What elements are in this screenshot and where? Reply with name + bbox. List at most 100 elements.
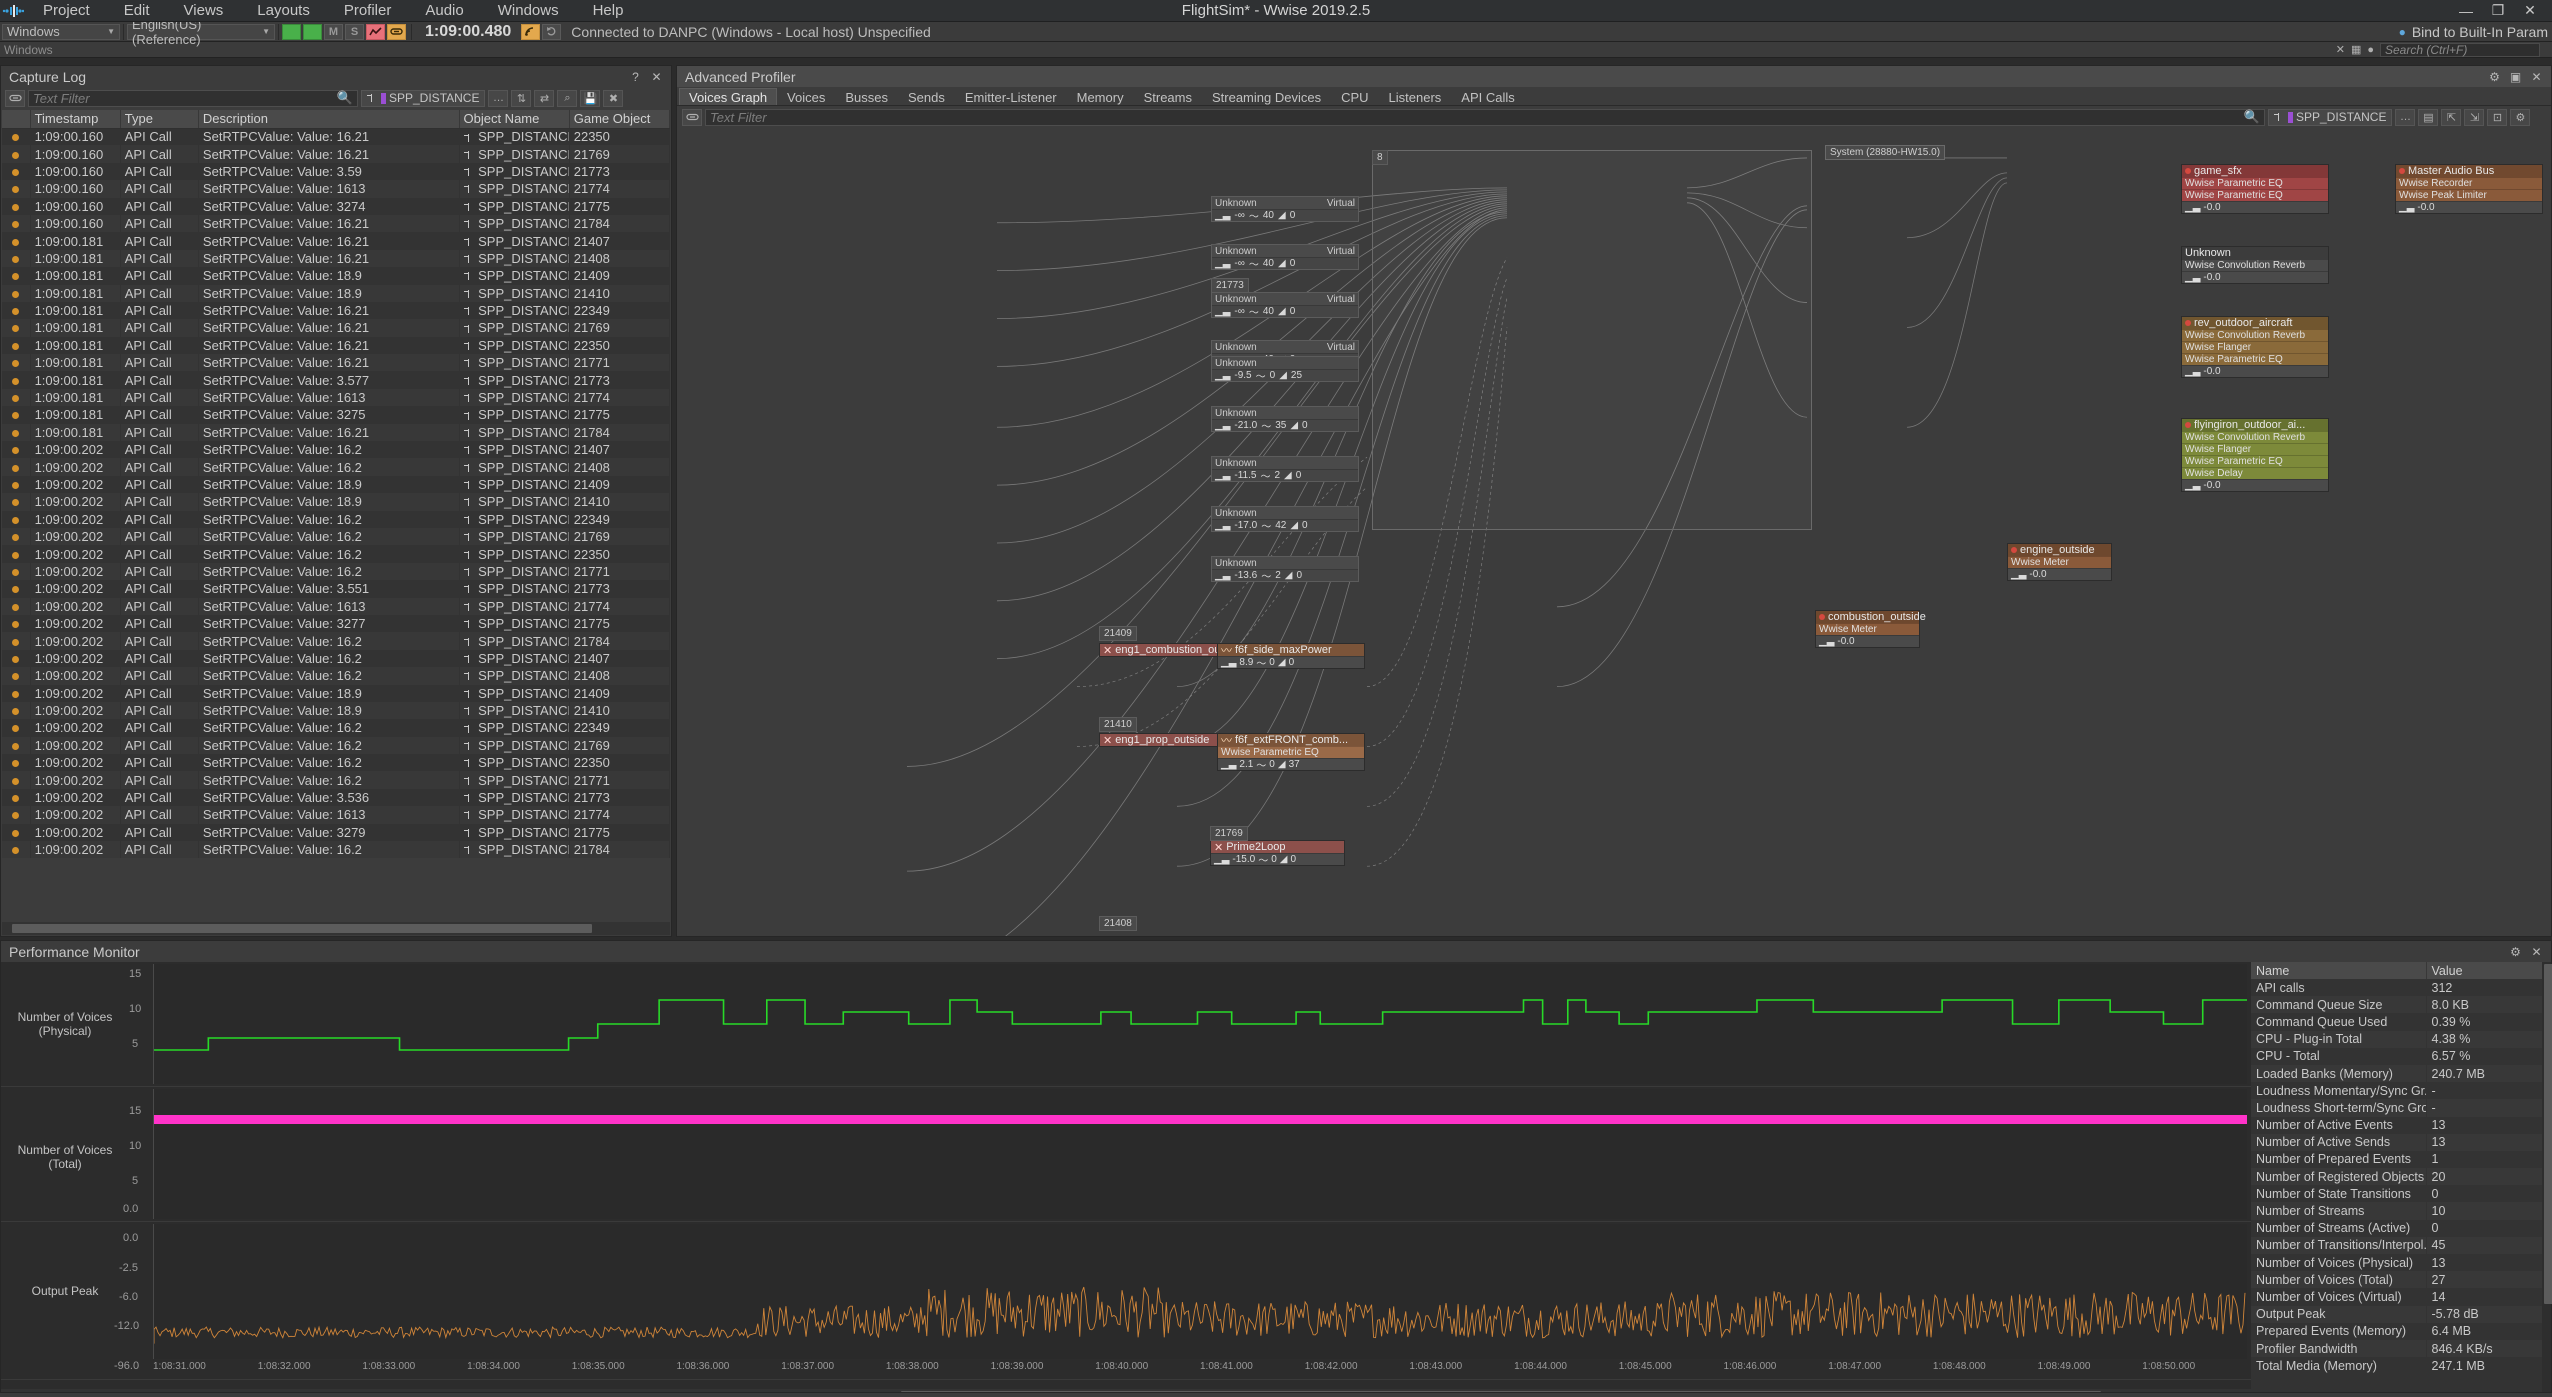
table-row[interactable]: 1:09:00.181 API Call SetRTPCValue: Value: …: [2, 354, 670, 372]
menu-item-views[interactable]: Views: [167, 0, 241, 22]
solo-button[interactable]: S: [345, 23, 364, 40]
table-row[interactable]: 1:09:00.202 API Call SetRTPCValue: Value: …: [2, 771, 670, 789]
bus-effect[interactable]: Wwise Parametric EQ: [2182, 177, 2328, 189]
bar2-user-icon[interactable]: ●: [2367, 44, 2374, 56]
performance-metrics-vscrollbar[interactable]: [2542, 962, 2552, 1397]
table-row[interactable]: Number of Transitions/Interpol... 45: [2251, 1236, 2551, 1254]
tab-sends[interactable]: Sends: [898, 88, 955, 105]
maximize-button[interactable]: ❐: [2482, 0, 2514, 22]
tab-emitter-listener[interactable]: Emitter-Listener: [955, 88, 1067, 105]
capture-log-game-object-chip[interactable]: SPP_DISTANCE: [361, 89, 486, 107]
table-row[interactable]: 1:09:00.181 API Call SetRTPCValue: Value: …: [2, 388, 670, 407]
table-row[interactable]: 1:09:00.202 API Call SetRTPCValue: Value: …: [2, 493, 670, 511]
gear-icon[interactable]: ⚙: [2488, 70, 2501, 84]
table-row[interactable]: 1:09:00.202 API Call SetRTPCValue: Value: …: [2, 806, 670, 824]
table-row[interactable]: 1:09:00.202 API Call SetRTPCValue: Value: …: [2, 580, 670, 598]
bus-effect[interactable]: Wwise Flanger: [2182, 341, 2328, 353]
unknown-voice-node[interactable]: Unknown ▁▃ -17.0 〜 42 ◢ 0: [1211, 506, 1359, 533]
table-row[interactable]: CPU - Total 6.57 %: [2251, 1047, 2551, 1065]
table-row[interactable]: Number of State Transitions 0: [2251, 1185, 2551, 1203]
table-row[interactable]: Loudness Short-term/Sync Gro... -: [2251, 1099, 2551, 1117]
menu-bar[interactable]: Project Edit Views Layouts Profiler Audi…: [26, 0, 640, 22]
capture-log-text-filter[interactable]: Text Filter 🔍: [28, 89, 358, 107]
unknown-voice-node[interactable]: Unknown ▁▃ -9.5 〜 0 ◢ 25: [1211, 356, 1359, 383]
layout-icon[interactable]: ▤: [2418, 108, 2439, 126]
source-node[interactable]: ✕ eng1_prop_outside: [1099, 733, 1234, 747]
tab-streaming-devices[interactable]: Streaming Devices: [1202, 88, 1331, 105]
table-row[interactable]: 1:09:00.181 API Call SetRTPCValue: Value: …: [2, 249, 670, 268]
link-icon[interactable]: [682, 108, 702, 126]
table-row[interactable]: Loudness Momentary/Sync Gr... -: [2251, 1082, 2551, 1100]
capture-log-col-4[interactable]: Object Name: [459, 110, 570, 129]
bus-effect[interactable]: Wwise Convolution Reverb: [2182, 329, 2328, 341]
tab-busses[interactable]: Busses: [835, 88, 898, 105]
filter-settings-icon[interactable]: ⇅: [511, 89, 532, 107]
table-row[interactable]: Number of Prepared Events 1: [2251, 1150, 2551, 1169]
wrap-icon[interactable]: ⇄: [534, 89, 555, 107]
window-controls[interactable]: — ❐ ✕: [2450, 0, 2552, 22]
table-row[interactable]: 1:09:00.202 API Call SetRTPCValue: Value: …: [2, 667, 670, 685]
capture-log-filter-bar[interactable]: Text Filter 🔍 SPP_DISTANCE … ⇅ ⇄ ⌕ 💾 ✖: [1, 87, 671, 109]
capture-log-col-0[interactable]: [2, 110, 31, 129]
gear-icon[interactable]: ⚙: [2509, 945, 2522, 959]
table-row[interactable]: 1:09:00.202 API Call SetRTPCValue: Value: …: [2, 441, 670, 459]
performance-monitor-charts[interactable]: Number of Voices (Physical) 15 10 5 Numb…: [1, 962, 2259, 1397]
menu-item-project[interactable]: Project: [26, 0, 107, 22]
pin-icon[interactable]: ⌕: [557, 89, 578, 107]
table-row[interactable]: 1:09:00.160 API Call SetRTPCValue: Value: …: [2, 145, 670, 163]
bus-effect[interactable]: Wwise Delay: [2182, 467, 2328, 479]
more-options-icon[interactable]: …: [2395, 108, 2416, 126]
table-row[interactable]: 1:09:00.160 API Call SetRTPCValue: Value: …: [2, 162, 670, 181]
unknown-voice-node[interactable]: Unknown ▁▃ -13.6 〜 2 ◢ 0: [1211, 556, 1359, 583]
table-row[interactable]: 1:09:00.202 API Call SetRTPCValue: Value: …: [2, 614, 670, 633]
table-row[interactable]: Number of Voices (Physical) 13: [2251, 1254, 2551, 1272]
menu-item-windows[interactable]: Windows: [481, 0, 576, 22]
close-icon[interactable]: ✕: [2530, 70, 2543, 84]
unknown-voice-node[interactable]: Unknown ▁▃ -11.5 〜 2 ◢ 0: [1211, 456, 1359, 483]
table-row[interactable]: Command Queue Used 0.39 %: [2251, 1013, 2551, 1031]
voices-graph-canvas[interactable]: 8 System (28880-HW15.0) Unknown Virtual ▁▃…: [677, 128, 2551, 936]
performance-metrics-body[interactable]: API calls 312 Command Queue Size 8.0 KB Comm…: [2251, 979, 2551, 1375]
table-row[interactable]: Total Media (Memory) 247.1 MB: [2251, 1357, 2551, 1375]
menu-item-edit[interactable]: Edit: [107, 0, 167, 22]
source-child-effect[interactable]: Wwise Parametric EQ: [1218, 746, 1364, 758]
tab-voices-graph[interactable]: Voices Graph: [679, 88, 778, 105]
platform-selector[interactable]: Windows ▼: [2, 23, 120, 40]
remote-connection-icon[interactable]: [521, 23, 541, 40]
bus-effect[interactable]: Wwise Recorder: [2396, 177, 2542, 189]
performance-metrics-table[interactable]: Name Value API calls 312 Command Queue Size…: [2251, 962, 2551, 1375]
meter-node-effect[interactable]: Wwise Meter: [1816, 623, 1919, 635]
capture-log-col-3[interactable]: Description: [198, 110, 460, 129]
table-row[interactable]: 1:09:00.181 API Call SetRTPCValue: Value: …: [2, 406, 670, 424]
table-row[interactable]: 1:09:00.202 API Call SetRTPCValue: Value: …: [2, 527, 670, 546]
table-row[interactable]: Number of Voices (Virtual) 14: [2251, 1288, 2551, 1306]
source-child-node[interactable]: 〰 f6f_side_maxPower ▁▃ 8.9 〜 0 ◢ 0: [1217, 643, 1365, 670]
table-row[interactable]: 1:09:00.202 API Call SetRTPCValue: Value: …: [2, 754, 670, 772]
close-icon[interactable]: ✕: [2530, 945, 2543, 959]
table-row[interactable]: 1:09:00.202 API Call SetRTPCValue: Value: …: [2, 458, 670, 476]
table-row[interactable]: Prepared Events (Memory) 6.4 MB: [2251, 1322, 2551, 1340]
bus-effect[interactable]: Wwise Convolution Reverb: [2182, 431, 2328, 443]
global-search-input[interactable]: Search (Ctrl+F): [2380, 42, 2540, 57]
reconnect-icon[interactable]: [542, 23, 562, 40]
table-row[interactable]: 1:09:00.160 API Call SetRTPCValue: Value: …: [2, 180, 670, 198]
advanced-profiler-filter-bar[interactable]: Text Filter 🔍 SPP_DISTANCE … ▤ ⇱ ⇲ ⊡ ⚙: [678, 106, 2550, 128]
restore-icon[interactable]: ▣: [2509, 70, 2522, 84]
meter-node[interactable]: combustion_outside Wwise Meter ▁▃ -0.0: [1815, 610, 1926, 648]
table-row[interactable]: Output Peak -5.78 dB: [2251, 1305, 2551, 1323]
bar2-close-icon[interactable]: ✕: [2336, 43, 2345, 56]
bind-to-builtin-param[interactable]: ● Bind to Built-In Param: [2399, 24, 2552, 40]
table-row[interactable]: 1:09:00.202 API Call SetRTPCValue: Value: …: [2, 788, 670, 807]
tab-listeners[interactable]: Listeners: [1379, 88, 1452, 105]
metrics-col-0[interactable]: Name: [2251, 962, 2427, 979]
save-log-icon[interactable]: 💾: [580, 89, 601, 107]
menu-item-layouts[interactable]: Layouts: [240, 0, 327, 22]
table-row[interactable]: Number of Registered Objects 20: [2251, 1168, 2551, 1186]
connect-link-icon[interactable]: [387, 23, 406, 40]
menu-item-help[interactable]: Help: [576, 0, 641, 22]
table-row[interactable]: 1:09:00.181 API Call SetRTPCValue: Value: …: [2, 336, 670, 355]
menu-item-audio[interactable]: Audio: [408, 0, 480, 22]
table-row[interactable]: 1:09:00.202 API Call SetRTPCValue: Value: …: [2, 475, 670, 494]
performance-metrics-table-wrapper[interactable]: Name Value API calls 312 Command Queue Size…: [2251, 962, 2551, 1397]
table-row[interactable]: Number of Active Sends 13: [2251, 1133, 2551, 1151]
